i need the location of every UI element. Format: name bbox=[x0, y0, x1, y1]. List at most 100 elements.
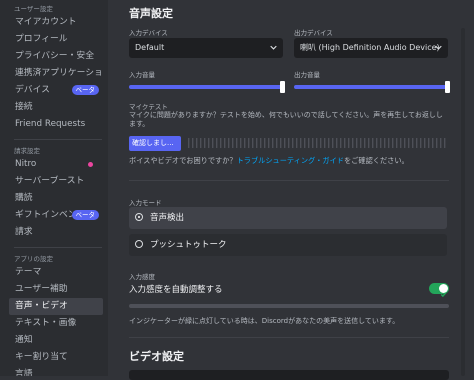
sidebar-item[interactable]: 通知 bbox=[9, 332, 103, 349]
meter-tick bbox=[208, 138, 210, 148]
sidebar-item[interactable]: Nitro bbox=[9, 156, 103, 173]
video-preview-area bbox=[129, 370, 449, 380]
video-settings-title: ビデオ設定 bbox=[129, 350, 184, 363]
sidebar-item[interactable]: サーバーブースト bbox=[9, 173, 103, 190]
output-volume-slider[interactable] bbox=[294, 85, 448, 89]
meter-tick bbox=[324, 138, 326, 148]
sidebar-item[interactable]: 購読 bbox=[9, 190, 103, 207]
meter-tick bbox=[356, 138, 358, 148]
meter-tick bbox=[228, 138, 230, 148]
input-mode-voice-activity[interactable]: 音声検出 bbox=[129, 207, 447, 229]
sidebar-item[interactable]: テーマ bbox=[9, 264, 103, 281]
sidebar-section-title: ユーザー設定 bbox=[14, 5, 53, 13]
meter-tick bbox=[296, 138, 298, 148]
sidebar-item-label: キー割り当て bbox=[15, 352, 68, 362]
sidebar-item[interactable]: ギフトインベントリ ベータ bbox=[9, 207, 103, 224]
meter-tick bbox=[204, 138, 206, 148]
meter-tick bbox=[424, 138, 426, 148]
meter-tick bbox=[416, 138, 418, 148]
sidebar-item-label: サーバーブースト bbox=[15, 176, 85, 186]
sidebar-item-label: 言語 bbox=[15, 369, 33, 376]
sidebar-item[interactable]: テキスト・画像 bbox=[9, 315, 103, 332]
meter-tick bbox=[256, 138, 258, 148]
meter-tick bbox=[196, 138, 198, 148]
sidebar-divider bbox=[14, 139, 102, 140]
sidebar-item[interactable]: 接続 bbox=[9, 99, 103, 116]
sidebar-item-label: 接続 bbox=[15, 102, 33, 112]
sidebar-item-label: 通知 bbox=[15, 335, 33, 345]
sidebar-item[interactable]: キー割り当て bbox=[9, 349, 103, 366]
sidebar-item[interactable]: 連携済アプリケーション bbox=[9, 65, 103, 82]
meter-tick bbox=[400, 138, 402, 148]
divider bbox=[129, 180, 449, 181]
output-device-label: 出力デバイス bbox=[294, 29, 333, 37]
sidebar-item[interactable]: マイアカウント bbox=[9, 14, 103, 31]
sidebar-item-label: マイアカウント bbox=[15, 17, 77, 27]
sidebar-divider bbox=[14, 247, 102, 248]
voice-video-settings: 音声設定 入力デバイス Default 出力デバイス 喇叭 (High Defi… bbox=[108, 0, 474, 380]
meter-tick bbox=[200, 138, 202, 148]
output-device-select[interactable]: 喇叭 (High Definition Audio Device) bbox=[294, 38, 448, 58]
input-volume-handle[interactable] bbox=[280, 81, 285, 93]
sidebar-item-label: 購読 bbox=[15, 193, 33, 203]
meter-tick bbox=[344, 138, 346, 148]
meter-tick bbox=[432, 138, 434, 148]
meter-tick bbox=[428, 138, 430, 148]
radio-selected-icon bbox=[135, 213, 143, 221]
meter-tick bbox=[396, 138, 398, 148]
input-volume-slider[interactable] bbox=[129, 85, 283, 89]
sidebar-item-label: ユーザー補助 bbox=[15, 284, 68, 294]
sidebar-item[interactable]: Friend Requests bbox=[9, 116, 103, 133]
output-device-value: 喇叭 (High Definition Audio Device) bbox=[300, 43, 440, 52]
sidebar-item[interactable]: 音声・ビデオ bbox=[9, 298, 103, 315]
sidebar-item[interactable]: 請求 bbox=[9, 224, 103, 241]
voice-settings-title: 音声設定 bbox=[129, 7, 173, 20]
main-scrollbar[interactable] bbox=[461, 28, 465, 376]
beta-badge: ベータ bbox=[71, 85, 99, 95]
meter-tick bbox=[392, 138, 394, 148]
divider bbox=[129, 337, 449, 338]
meter-tick bbox=[412, 138, 414, 148]
sidebar-item[interactable]: 言語 bbox=[9, 366, 103, 376]
auto-sensitivity-toggle[interactable] bbox=[429, 283, 449, 298]
sidebar-section-title: アプリの設定 bbox=[14, 255, 53, 263]
sidebar-item-label: 連携済アプリケーション bbox=[15, 68, 103, 78]
meter-tick bbox=[216, 138, 218, 148]
input-device-label: 入力デバイス bbox=[129, 29, 168, 37]
sidebar-item[interactable]: デバイス ベータ bbox=[9, 82, 103, 99]
troubleshoot-guide-link[interactable]: トラブルシューティング・ガイド bbox=[237, 156, 344, 165]
toggle-knob bbox=[439, 284, 448, 298]
sidebar-item[interactable]: プロフィール bbox=[9, 31, 103, 48]
meter-tick bbox=[252, 138, 254, 148]
meter-tick bbox=[244, 138, 246, 148]
sidebar-item[interactable]: プライバシー・安全 bbox=[9, 48, 103, 65]
troubleshoot-suffix: をご確認ください。 bbox=[344, 156, 409, 165]
meter-tick bbox=[420, 138, 422, 148]
beta-badge: ベータ bbox=[71, 210, 99, 220]
sidebar-item[interactable]: ユーザー補助 bbox=[9, 281, 103, 298]
radio-unselected-icon bbox=[135, 240, 143, 248]
sidebar-item-label: テキスト・画像 bbox=[15, 318, 77, 328]
sidebar-item-label: プライバシー・安全 bbox=[15, 51, 94, 61]
sidebar-item-label: デバイス bbox=[15, 85, 50, 95]
output-volume-handle[interactable] bbox=[445, 81, 450, 93]
sidebar-item-label: テーマ bbox=[15, 267, 42, 277]
input-device-value: Default bbox=[135, 43, 165, 52]
indicator-note: インジケーターが緑に点灯している時は、Discordがあなたの美声を送信していま… bbox=[129, 317, 400, 325]
mic-test-label: マイクテスト bbox=[129, 103, 168, 111]
meter-tick bbox=[268, 138, 270, 148]
dot-icon bbox=[88, 162, 93, 167]
meter-tick bbox=[280, 138, 282, 148]
meter-tick bbox=[312, 138, 314, 148]
input-device-select[interactable]: Default bbox=[129, 38, 283, 58]
mic-check-button[interactable]: 確認しまし... bbox=[129, 136, 181, 151]
meter-tick bbox=[264, 138, 266, 148]
meter-tick bbox=[192, 138, 194, 148]
meter-tick bbox=[340, 138, 342, 148]
meter-tick bbox=[284, 138, 286, 148]
meter-tick bbox=[292, 138, 294, 148]
input-mode-option-label: 音声検出 bbox=[150, 213, 185, 223]
meter-tick bbox=[384, 138, 386, 148]
input-mode-push-to-talk[interactable]: プッシュトゥトーク bbox=[129, 234, 447, 256]
troubleshoot-prefix: ボイスやビデオでお困りですか？ bbox=[129, 156, 237, 165]
